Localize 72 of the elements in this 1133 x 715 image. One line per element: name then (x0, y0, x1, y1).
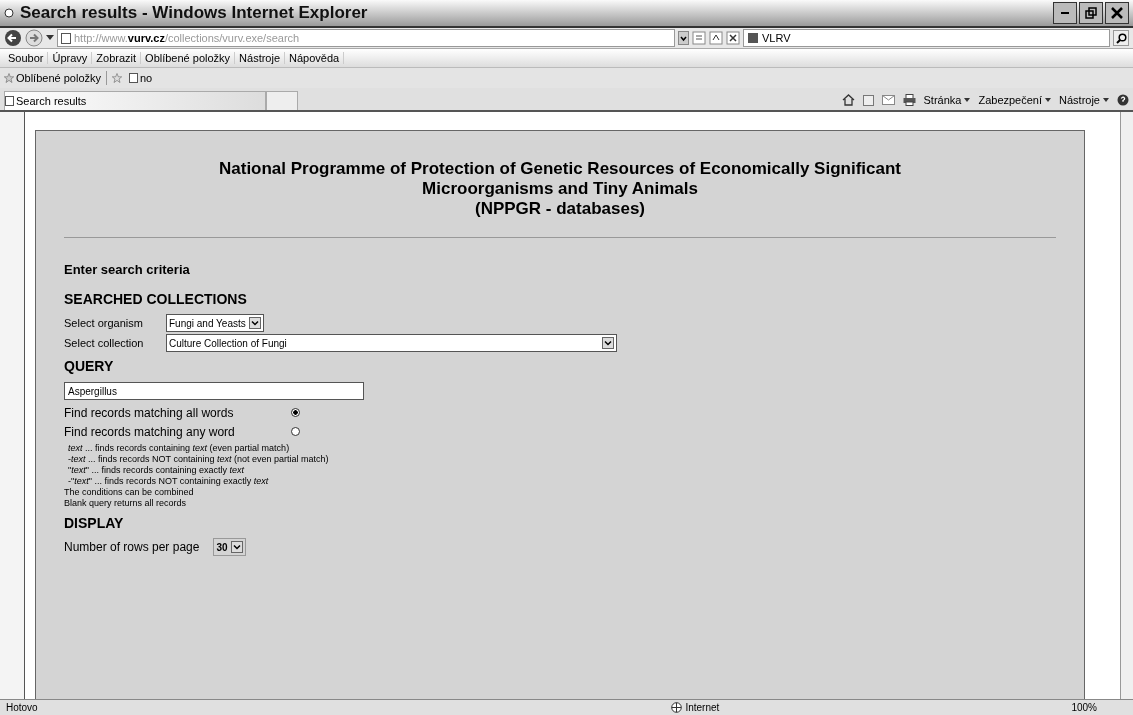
page-icon (5, 96, 14, 106)
mail-icon[interactable] (881, 95, 895, 105)
menu-item[interactable]: Zobrazit (92, 52, 142, 64)
caret-icon (1045, 98, 1052, 102)
browser-tab[interactable]: Search results (4, 91, 266, 110)
command-menu[interactable]: Zabezpečení (978, 94, 1052, 106)
help-text: -"text" ... finds records NOT containing exactly text (67, 476, 270, 487)
radio-label: Find records matching any word (64, 424, 236, 439)
restore-button[interactable] (1079, 2, 1103, 24)
page-heading: National Programme of Protection of Genetic Resources of Economically Significant (218, 159, 902, 179)
select-dropdown[interactable]: 30 (213, 538, 246, 556)
section-heading: QUERY (64, 358, 115, 374)
window-title: Search results - Windows Internet Explorer (20, 3, 369, 23)
globe-icon (671, 702, 683, 713)
dropdown-arrow-icon (230, 541, 243, 553)
radio-label: Find records matching all words (64, 405, 235, 420)
select-dropdown[interactable]: Culture Collection of Fungi (166, 334, 617, 352)
caret-icon (964, 98, 971, 102)
minimize-icon (1061, 12, 1069, 14)
field-label: Number of rows per page (64, 540, 200, 554)
page-icon (129, 73, 138, 83)
stop-icon[interactable] (726, 31, 740, 45)
command-menu[interactable]: Nástroje (1059, 94, 1109, 106)
section-heading: DISPLAY (64, 515, 125, 531)
search-field[interactable]: VLRV (743, 29, 1110, 47)
favorites-button[interactable]: Oblíbené položky (4, 72, 101, 84)
restore-icon (1085, 7, 1097, 19)
address-field[interactable]: http://www.vurv.cz/collections/vurv.exe/search (57, 29, 675, 47)
select-dropdown[interactable]: Fungi and Yeasts (166, 314, 264, 332)
scrollbar[interactable] (1120, 112, 1133, 699)
favorite-link[interactable]: no (129, 72, 153, 84)
dropdown-arrow-icon (248, 317, 261, 329)
forward-button[interactable] (25, 29, 43, 47)
field-label: Select organism (64, 317, 144, 329)
menu-item[interactable]: Nástroje (235, 52, 286, 64)
radio-button[interactable] (291, 408, 300, 417)
field-label: Select collection (64, 337, 145, 349)
search-icon (1115, 32, 1127, 44)
help-text: -text ... finds records NOT containing text (not even partial match) (67, 454, 330, 465)
menu-item[interactable]: Nápověda (285, 52, 345, 64)
security-zone: Internet (671, 702, 1072, 713)
search-button[interactable] (1113, 30, 1129, 46)
home-icon[interactable] (841, 94, 855, 106)
help-text: "text" ... finds records containing exactly text (67, 465, 245, 476)
page-heading: Microorganisms and Tiny Animals (421, 179, 699, 199)
status-text: Hotovo (6, 702, 39, 713)
menu-item[interactable]: Oblíbené položky (141, 52, 236, 64)
form-intro: Enter search criteria (64, 262, 191, 277)
help-text: Blank query returns all records (64, 498, 188, 509)
printer-icon[interactable] (902, 94, 916, 106)
query-input[interactable]: Aspergillus (64, 382, 364, 400)
help-text: text ... finds records containing text (even partial match) (67, 443, 291, 454)
radio-button[interactable] (291, 427, 300, 436)
star-icon (4, 73, 14, 83)
browser-icon (4, 8, 14, 18)
menu-item[interactable]: Soubor (4, 52, 49, 64)
menu-item[interactable]: Úpravy (48, 52, 93, 64)
close-button[interactable] (1105, 2, 1129, 24)
minimize-button[interactable] (1053, 2, 1077, 24)
search-provider-icon (747, 32, 759, 44)
command-menu[interactable]: Stránka (923, 94, 971, 106)
caret-icon[interactable] (46, 35, 54, 41)
section-heading: SEARCHED COLLECTIONS (64, 291, 248, 307)
help-icon[interactable] (1117, 94, 1129, 106)
help-text: The conditions can be combined (64, 487, 195, 498)
back-button[interactable] (4, 29, 22, 47)
caret-icon (1103, 98, 1109, 102)
close-icon (1111, 7, 1123, 19)
page-icon (61, 32, 71, 44)
dropdown-arrow-icon (602, 337, 614, 349)
zoom-level[interactable]: 100% (1071, 702, 1127, 713)
page-heading: (NPPGR - databases) (473, 199, 646, 219)
